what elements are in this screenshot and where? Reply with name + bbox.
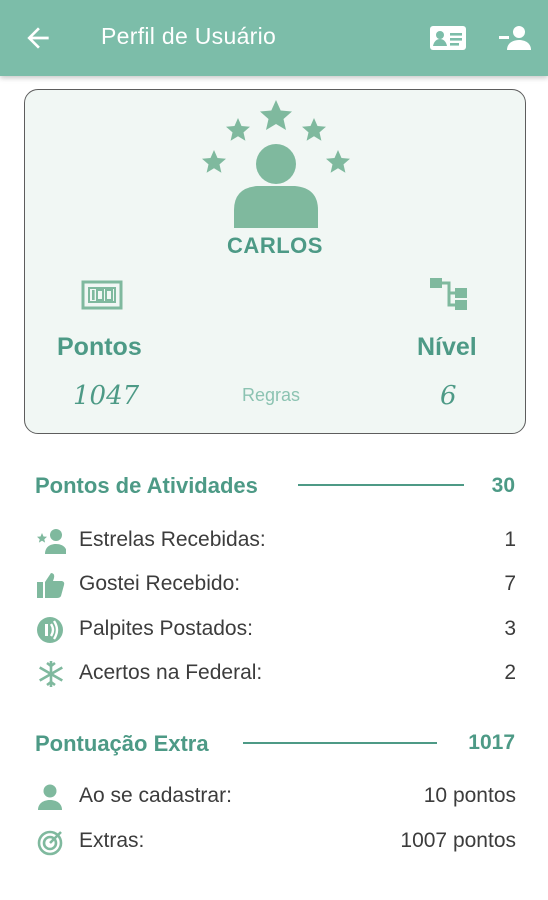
item-label: Acertos na Federal: xyxy=(79,661,263,684)
points-value: 1047 xyxy=(73,381,140,411)
list-item: Estrelas Recebidas: 1 xyxy=(36,524,516,558)
item-label: Gostei Recebido: xyxy=(79,572,241,595)
snowflake-icon xyxy=(39,661,63,687)
item-value: 1007 pontos xyxy=(400,829,516,852)
broadcast-icon xyxy=(37,617,63,643)
profile-card: CARLOS Pontos 1047 Regras Nível 6 xyxy=(24,89,526,434)
spiral-icon xyxy=(37,830,63,856)
activities-total: 30 xyxy=(491,474,515,497)
item-value: 7 xyxy=(504,572,516,595)
user-stars-icon xyxy=(202,100,350,228)
rules-link[interactable]: Regras xyxy=(242,385,300,406)
item-value: 10 pontos xyxy=(423,784,516,807)
person-icon xyxy=(38,784,62,810)
item-value: 1 xyxy=(504,528,516,551)
extra-divider xyxy=(243,742,437,744)
app-bar: Perfil de Usuário xyxy=(0,0,548,76)
list-item: Acertos na Federal: 2 xyxy=(36,657,516,691)
username: CARLOS xyxy=(227,233,323,258)
page-title: Perfil de Usuário xyxy=(101,23,277,49)
list-item: Ao se cadastrar: 10 pontos xyxy=(36,780,516,814)
item-label: Estrelas Recebidas: xyxy=(79,528,266,551)
list-item: Palpites Postados: 3 xyxy=(36,613,516,647)
person-remove-icon[interactable] xyxy=(497,22,533,54)
hierarchy-icon xyxy=(430,278,467,310)
activities-section-title: Pontos de Atividades xyxy=(35,473,258,498)
item-label: Extras: xyxy=(79,829,145,852)
back-arrow-icon[interactable] xyxy=(22,22,54,54)
thumbs-up-icon xyxy=(37,573,65,598)
item-label: Ao se cadastrar: xyxy=(79,784,232,807)
level-label: Nível xyxy=(417,333,477,361)
item-label: Palpites Postados: xyxy=(79,617,253,640)
activities-divider xyxy=(298,484,464,486)
star-person-icon xyxy=(37,529,66,554)
list-item: Extras: 1007 pontos xyxy=(36,825,516,859)
score-counter-icon xyxy=(81,280,123,310)
id-card-icon[interactable] xyxy=(428,22,468,54)
extra-section-title: Pontuação Extra xyxy=(35,731,209,756)
item-value: 2 xyxy=(504,661,516,684)
level-value: 6 xyxy=(440,381,457,411)
item-value: 3 xyxy=(504,617,516,640)
list-item: Gostei Recebido: 7 xyxy=(36,568,516,602)
points-label: Pontos xyxy=(57,333,142,361)
extra-total: 1017 xyxy=(468,731,515,754)
